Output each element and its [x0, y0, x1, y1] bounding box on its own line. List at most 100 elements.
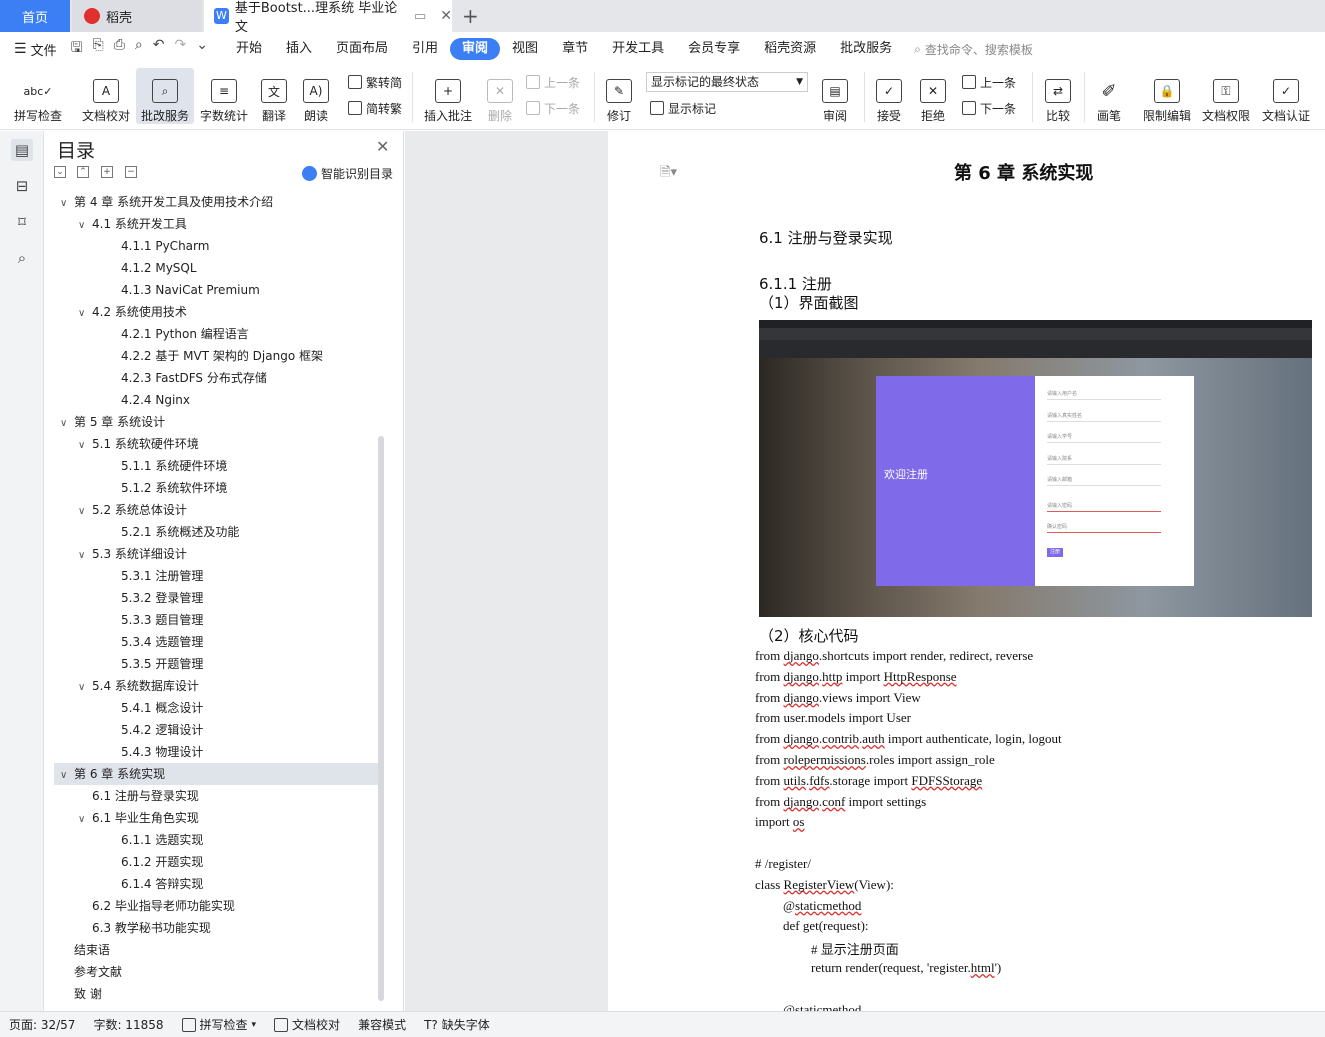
document-icon[interactable]: 🗎▾	[660, 163, 677, 185]
collapse-all-icon[interactable]: ⌄	[54, 166, 66, 178]
menu-item-9[interactable]: 稻壳资源	[752, 38, 828, 60]
toc-scrollbar[interactable]	[378, 436, 384, 1001]
next-change-button[interactable]: 下一条	[962, 98, 1016, 118]
toc-item[interactable]: 5.1.1 系统硬件环境	[101, 455, 378, 477]
spell-check-status[interactable]: 拼写检查 ▾	[173, 1016, 266, 1033]
toc-item[interactable]: ∨ 4.2 系统使用技术	[72, 301, 378, 323]
toc-item[interactable]: 5.3.1 注册管理	[101, 565, 378, 587]
menu-item-0[interactable]: 开始	[224, 38, 274, 60]
trad-to-simp-button[interactable]: 繁转简	[348, 72, 402, 92]
missing-font-status[interactable]: T? 缺失字体	[415, 1016, 499, 1033]
toc-item[interactable]: ∨ 5.2 系统总体设计	[72, 499, 378, 521]
tab-document[interactable]: W 基于Bootst...理系统 毕业论文 ▭ ✕	[204, 0, 452, 35]
toc-item[interactable]: 6.1.4 答辩实现	[101, 873, 378, 895]
accept-button[interactable]: ✓ 接受	[870, 68, 908, 124]
reject-button[interactable]: ✕ 拒绝	[914, 68, 952, 124]
review-service-button[interactable]: ⌕ 批改服务	[136, 68, 194, 124]
compat-mode-status[interactable]: 兼容模式	[349, 1016, 415, 1033]
toc-item[interactable]: ∨ 6.1 毕业生角色实现	[72, 807, 378, 829]
chevron-down-icon[interactable]: ∨	[78, 303, 92, 325]
read-aloud-button[interactable]: A) 朗读	[298, 68, 334, 124]
toc-item[interactable]: 5.4.1 概念设计	[101, 697, 378, 719]
toc-item[interactable]: ∨ 第 6 章 系统实现	[54, 763, 378, 785]
toc-item[interactable]: 4.1.2 MySQL	[101, 257, 378, 279]
toc-item[interactable]: 4.2.2 基于 MVT 架构的 Django 框架	[101, 345, 378, 367]
restrict-editing-button[interactable]: 🔒 限制编辑	[1140, 68, 1194, 124]
word-count-status[interactable]: 字数: 11858	[84, 1016, 172, 1033]
expand-up-icon[interactable]: ⌃	[77, 166, 89, 178]
navigation-icon[interactable]: ⊟	[11, 175, 33, 197]
toc-item[interactable]: ∨ 5.1 系统软硬件环境	[72, 433, 378, 455]
print-preview-icon[interactable]: ⌕	[135, 37, 143, 61]
redo-icon[interactable]: ↷	[175, 37, 187, 61]
menu-item-1[interactable]: 插入	[274, 38, 324, 60]
toc-item[interactable]: 5.3.2 登录管理	[101, 587, 378, 609]
document-certify-button[interactable]: ✓ 文档认证	[1258, 68, 1314, 124]
menu-item-2[interactable]: 页面布局	[324, 38, 400, 60]
insert-comment-button[interactable]: + 插入批注	[420, 68, 476, 124]
toc-item[interactable]: 结束语	[54, 939, 378, 961]
menu-item-4[interactable]: 审阅	[450, 38, 501, 60]
menu-item-7[interactable]: 开发工具	[600, 38, 676, 60]
save-icon[interactable]: 🖫	[71, 37, 83, 61]
tab-close-icon[interactable]: ✕	[440, 8, 452, 24]
search-panel-icon[interactable]: ⌕	[11, 247, 33, 269]
toc-item[interactable]: 5.4.3 物理设计	[101, 741, 378, 763]
toc-item[interactable]: 5.4.2 逻辑设计	[101, 719, 378, 741]
spell-check-button[interactable]: abc✓ 拼写检查	[8, 68, 68, 124]
chevron-down-icon[interactable]: ∨	[78, 677, 92, 699]
delete-comment-button[interactable]: ✕ 删除	[480, 68, 520, 124]
toc-item[interactable]: 5.3.5 开题管理	[101, 653, 378, 675]
toc-item[interactable]: 4.2.3 FastDFS 分布式存储	[101, 367, 378, 389]
chevron-down-icon[interactable]: ∨	[78, 545, 92, 567]
toc-item[interactable]: ∨ 第 4 章 系统开发工具及使用技术介绍	[54, 191, 378, 213]
toc-item[interactable]: 5.3.3 题目管理	[101, 609, 378, 631]
prev-comment-button[interactable]: 上一条	[526, 72, 580, 92]
pen-button[interactable]: ✐ 画笔	[1090, 68, 1128, 124]
chevron-down-icon[interactable]: ∨	[60, 765, 74, 787]
bookmark-icon[interactable]: ⌑	[11, 211, 33, 233]
command-search[interactable]: ⌕ 查找命令、搜索模板	[914, 41, 1033, 58]
toc-item[interactable]: 致 谢	[54, 983, 378, 1005]
toc-item[interactable]: 5.3.4 选题管理	[101, 631, 378, 653]
tab-home[interactable]: 首页	[0, 0, 70, 32]
compare-button[interactable]: ⇄ 比较	[1038, 68, 1078, 124]
export-icon[interactable]: ⎘	[93, 37, 104, 61]
chevron-down-icon[interactable]: ∨	[78, 501, 92, 523]
toc-item[interactable]: 6.2 毕业指导老师功能实现	[72, 895, 378, 917]
toc-item[interactable]: 6.1 注册与登录实现	[72, 785, 378, 807]
chevron-down-icon[interactable]: ∨	[60, 413, 74, 435]
chevron-down-icon[interactable]: ∨	[78, 215, 92, 237]
menu-item-8[interactable]: 会员专享	[676, 38, 752, 60]
toc-item[interactable]: ∨ 5.3 系统详细设计	[72, 543, 378, 565]
toc-item[interactable]: 4.2.1 Python 编程语言	[101, 323, 378, 345]
proofread-status[interactable]: 文档校对	[265, 1016, 349, 1033]
chevron-down-icon[interactable]: ∨	[60, 193, 74, 215]
tab-docer[interactable]: 稻壳	[72, 0, 202, 32]
simp-to-trad-button[interactable]: 简转繁	[348, 98, 402, 118]
file-menu[interactable]: ☰ 文件	[0, 40, 71, 59]
remove-level-icon[interactable]: −	[125, 166, 137, 178]
toc-item[interactable]: ∨ 第 5 章 系统设计	[54, 411, 378, 433]
toc-item[interactable]: 参考文献	[54, 961, 378, 983]
toc-item[interactable]: 6.1.2 开题实现	[101, 851, 378, 873]
page-indicator[interactable]: 页面: 32/57	[0, 1016, 84, 1033]
review-pane-button[interactable]: ▤ 审阅	[816, 68, 854, 124]
menu-item-3[interactable]: 引用	[400, 38, 450, 60]
print-icon[interactable]: ⎙	[114, 37, 125, 61]
document-permission-button[interactable]: ⚿ 文档权限	[1198, 68, 1254, 124]
new-tab-icon[interactable]: +	[462, 4, 479, 28]
toc-item[interactable]: 4.1.1 PyCharm	[101, 235, 378, 257]
toc-item[interactable]: 4.2.4 Nginx	[101, 389, 378, 411]
menu-item-10[interactable]: 批改服务	[828, 38, 904, 60]
undo-icon[interactable]: ↶	[153, 37, 165, 61]
close-icon[interactable]: ✕	[376, 137, 389, 156]
next-comment-button[interactable]: 下一条	[526, 98, 580, 118]
translate-button[interactable]: 文翻译	[254, 68, 294, 124]
toc-item[interactable]: ∨ 5.4 系统数据库设计	[72, 675, 378, 697]
toc-item[interactable]: 5.2.1 系统概述及功能	[101, 521, 378, 543]
track-changes-button[interactable]: ✎ 修订	[600, 68, 638, 124]
chevron-down-icon[interactable]: ∨	[78, 435, 92, 457]
chevron-down-icon[interactable]: ∨	[78, 809, 92, 831]
toc-item[interactable]: ∨ 4.1 系统开发工具	[72, 213, 378, 235]
